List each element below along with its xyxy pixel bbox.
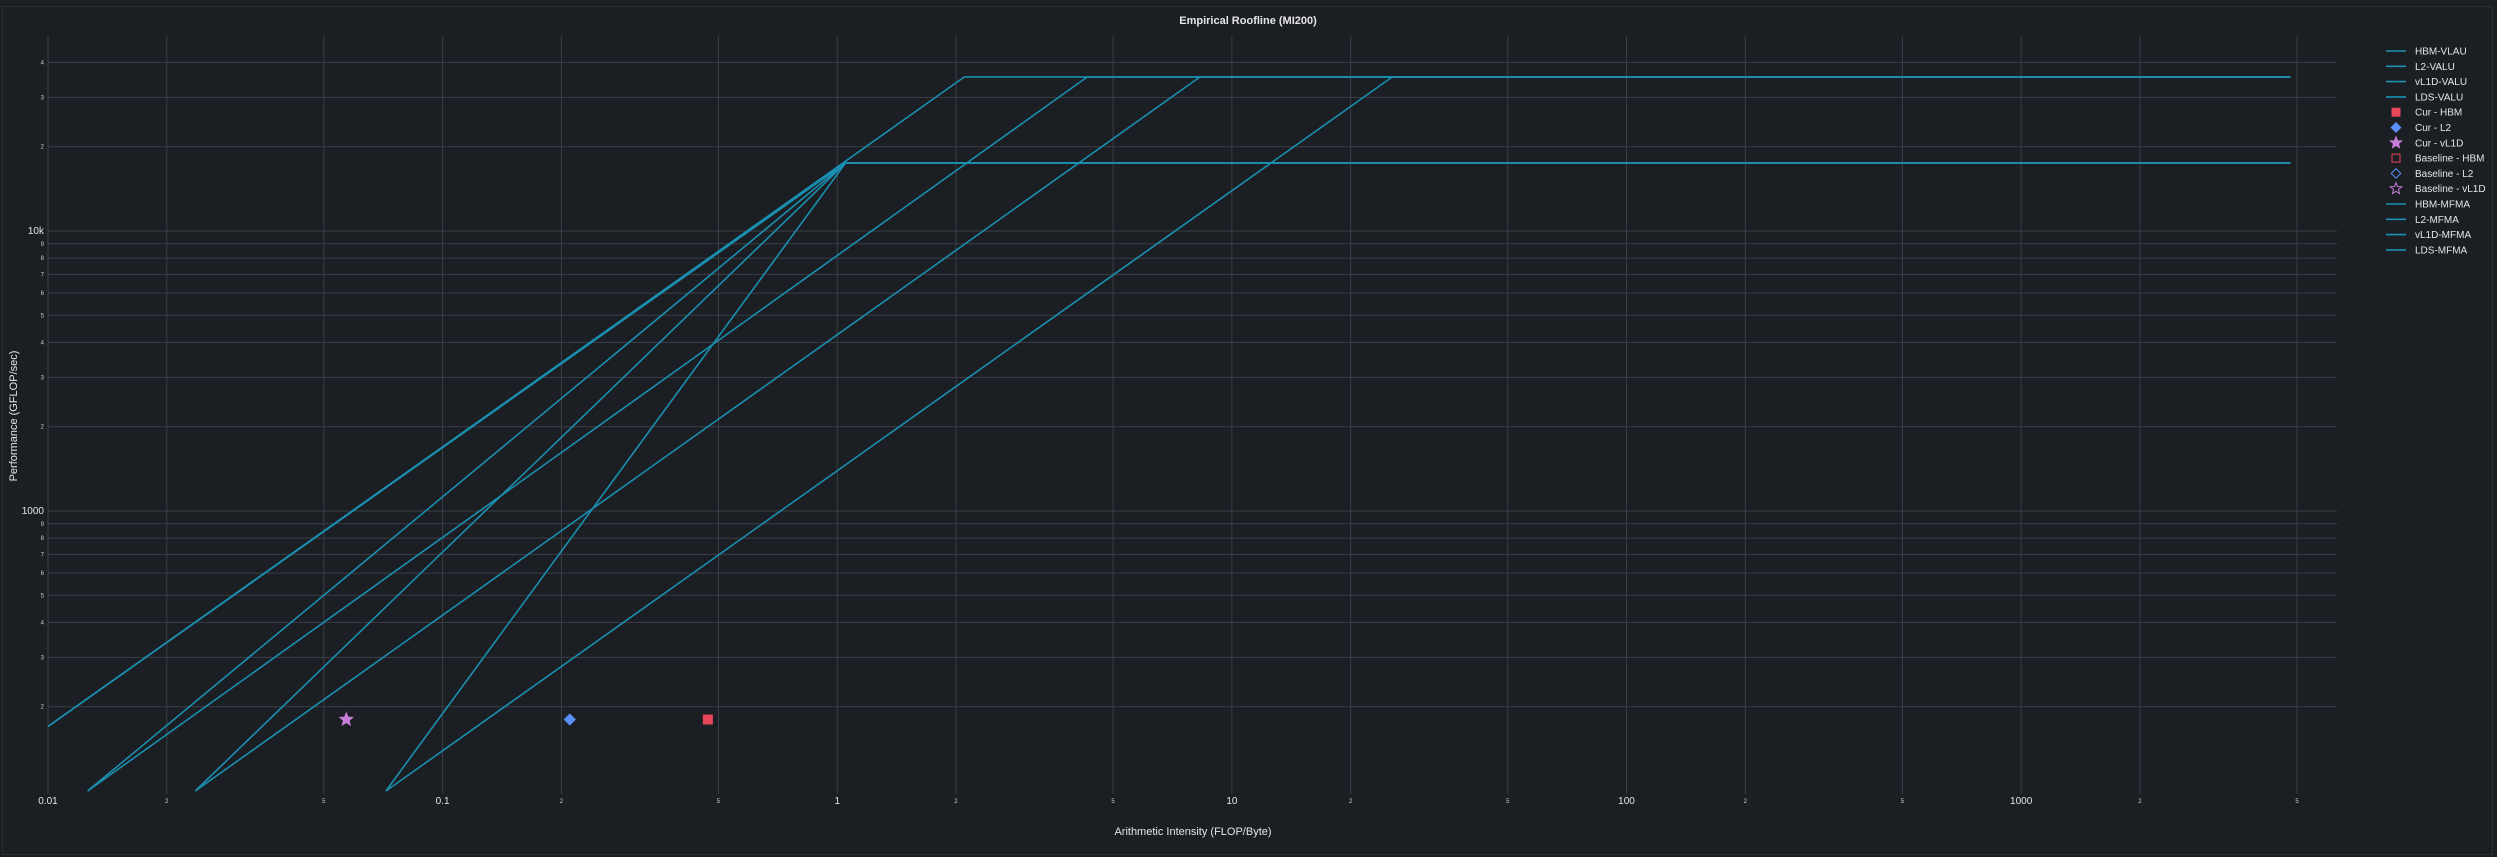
y-minor-tick-label: 4: [41, 60, 45, 66]
x-minor-tick-label: 5: [1111, 799, 1115, 805]
legend-marker-swatch: [2390, 167, 2402, 179]
roofline-l2-mfma: [87, 76, 2291, 792]
legend-item-hbm-mfma: HBM-MFMA: [2386, 200, 2470, 211]
y-minor-tick-label: 5: [41, 313, 45, 319]
y-minor-tick-label: 2: [41, 425, 45, 431]
y-minor-tick-label: 9: [41, 522, 45, 528]
point-cur-hbm: [702, 714, 713, 725]
y-minor-tick-label: 2: [41, 145, 45, 151]
x-minor-tick-label: 2: [165, 799, 169, 805]
roofline-lds-valu: [385, 162, 2291, 792]
legend-item-baseline-vl1d: Baseline - vL1D: [2388, 181, 2486, 195]
legend-item-baseline-l2: Baseline - L2: [2390, 167, 2474, 180]
grid: [47, 36, 2337, 794]
y-minor-tick-label: 6: [41, 291, 45, 297]
legend-item-hbm-vlau: HBM-VLAU: [2386, 47, 2467, 58]
x-minor-tick-label: 2: [1349, 799, 1353, 805]
y-minor-tick-label: 3: [41, 655, 45, 661]
legend-item-vl1d-mfma: vL1D-MFMA: [2386, 230, 2471, 241]
x-minor-tick-label: 2: [560, 799, 564, 805]
legend-marker-swatch: [2391, 107, 2401, 117]
legend-label: Baseline - HBM: [2415, 154, 2484, 165]
legend-label: L2-MFMA: [2415, 215, 2459, 226]
legend-item-baseline-hbm: Baseline - HBM: [2391, 153, 2484, 165]
legend-item-cur-l2: Cur - L2: [2390, 121, 2452, 134]
y-axis-label: Performance (GFLOP/sec): [8, 351, 20, 482]
x-tick-labels: 0.01 0.1 1 10 100 1000 2 5 2 5 2 5 2 5 2 5 2 5: [38, 796, 2299, 807]
y-tick-label: 1000: [22, 506, 45, 517]
legend-label: HBM-VLAU: [2415, 47, 2467, 58]
point-cur-l2: [563, 713, 576, 726]
y-tick-label: 10k: [28, 226, 45, 237]
y-tick-labels: 1000 10k 2 3 4 5 6 7 8 9 2 3 4 5 6 7 8 9 2 3 4: [22, 60, 45, 710]
legend-label: Cur - HBM: [2415, 108, 2462, 119]
legend-item-vl1d-valu: vL1D-VALU: [2386, 77, 2467, 88]
chart-title: Empirical Roofline (MI200): [1179, 15, 1317, 27]
legend-item-cur-hbm: Cur - HBM: [2391, 107, 2462, 119]
series-layer: [48, 76, 2291, 792]
y-minor-tick-label: 5: [41, 593, 45, 599]
y-minor-tick-label: 6: [41, 571, 45, 577]
y-minor-tick-label: 8: [41, 536, 45, 542]
legend-label: Baseline - L2: [2415, 169, 2474, 180]
legend-marker-swatch: [2390, 121, 2402, 134]
roofline-vl1d-valu: [194, 162, 2291, 792]
y-minor-tick-label: 7: [41, 552, 45, 558]
plot-area: [48, 76, 2291, 792]
roofline-hbm-mfma: [48, 76, 2291, 728]
x-tick-label: 1: [834, 796, 840, 807]
legend-item-cur-vl1d: Cur - vL1D: [2388, 135, 2463, 149]
legend-item-lds-mfma: LDS-MFMA: [2386, 245, 2468, 256]
y-minor-tick-label: 8: [41, 256, 45, 262]
y-minor-tick-label: 3: [41, 375, 45, 381]
y-minor-tick-label: 4: [41, 620, 45, 626]
roofline-chart: 0.01 0.1 1 10 100 1000 2 5 2 5 2 5 2 5 2 5 2 5 1000 10k 2 3 4…: [8, 15, 2486, 838]
x-tick-label: 100: [1618, 796, 1635, 807]
point-cur-vl1d: [338, 711, 355, 727]
x-minor-tick-label: 5: [717, 799, 721, 805]
x-minor-tick-label: 2: [2138, 799, 2142, 805]
x-minor-tick-label: 5: [1506, 799, 1510, 805]
x-tick-label: 1000: [2010, 796, 2033, 807]
y-minor-tick-label: 4: [41, 340, 45, 346]
roofline-hbm-vlau: [48, 162, 2291, 728]
legend-item-l2-valu: L2-VALU: [2386, 62, 2455, 73]
legend-label: Baseline - vL1D: [2415, 184, 2486, 195]
legend-item-l2-mfma: L2-MFMA: [2386, 215, 2459, 226]
legend-label: vL1D-MFMA: [2415, 230, 2471, 241]
y-minor-tick-label: 3: [41, 95, 45, 101]
legend-label: vL1D-VALU: [2415, 77, 2467, 88]
x-minor-tick-label: 2: [954, 799, 958, 805]
legend: HBM-VLAU L2-VALU vL1D-VALU LDS-VALU Cur - HB…: [2386, 47, 2486, 256]
roofline-l2-valu: [87, 162, 2291, 792]
x-tick-label: 0.01: [38, 796, 58, 807]
x-tick-label: 0.1: [436, 796, 450, 807]
legend-label: LDS-VALU: [2415, 92, 2463, 103]
x-minor-tick-label: 5: [322, 799, 326, 805]
legend-item-lds-valu: LDS-VALU: [2386, 92, 2463, 103]
x-axis-label: Arithmetic Intensity (FLOP/Byte): [1114, 826, 1271, 838]
y-minor-tick-label: 2: [41, 705, 45, 711]
legend-marker-swatch: [2388, 135, 2404, 149]
roofline-lds-mfma: [385, 76, 2291, 792]
x-minor-tick-label: 2: [1744, 799, 1748, 805]
x-tick-label: 10: [1226, 796, 1238, 807]
x-minor-tick-label: 5: [1901, 799, 1905, 805]
legend-marker-swatch: [2388, 181, 2404, 195]
y-minor-tick-label: 9: [41, 242, 45, 248]
y-minor-tick-label: 7: [41, 272, 45, 278]
legend-marker-swatch: [2391, 153, 2401, 163]
legend-label: Cur - vL1D: [2415, 138, 2463, 149]
x-minor-tick-label: 5: [2295, 799, 2299, 805]
legend-label: LDS-MFMA: [2415, 245, 2468, 256]
legend-label: L2-VALU: [2415, 62, 2455, 73]
legend-label: Cur - L2: [2415, 123, 2452, 134]
roofline-vl1d-mfma: [194, 76, 2291, 792]
legend-label: HBM-MFMA: [2415, 200, 2470, 211]
